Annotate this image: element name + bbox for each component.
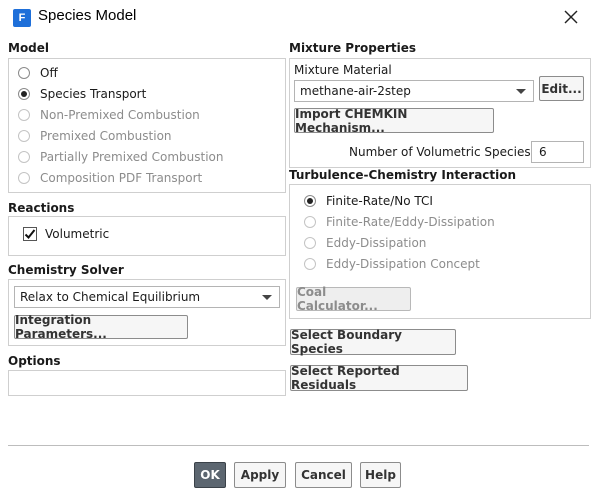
help-button[interactable]: Help — [360, 462, 401, 488]
mixture-material-value: methane-air-2step — [300, 84, 411, 98]
tci-group: Finite-Rate/No TCI Finite-Rate/Eddy-Diss… — [289, 184, 591, 319]
model-option-composition-pdf[interactable]: Composition PDF Transport — [18, 167, 223, 188]
footer-divider — [8, 445, 589, 446]
apply-button[interactable]: Apply — [234, 462, 286, 488]
mixture-properties-section-label: Mixture Properties — [289, 41, 417, 55]
model-option-label: Composition PDF Transport — [40, 170, 203, 185]
radio-icon — [18, 150, 30, 163]
fluent-app-icon: F — [13, 9, 31, 27]
checkbox-checked-icon — [23, 227, 37, 241]
model-option-label: Partially Premixed Combustion — [40, 149, 224, 164]
radio-icon — [304, 236, 316, 249]
edit-mixture-button[interactable]: Edit... — [539, 76, 584, 101]
options-section-label: Options — [8, 354, 61, 368]
chemistry-solver-section-label: Chemistry Solver — [8, 263, 124, 277]
chemistry-solver-dropdown[interactable]: Relax to Chemical Equilibrium — [14, 286, 280, 308]
chemistry-solver-group: Relax to Chemical Equilibrium Integratio… — [8, 279, 286, 346]
select-boundary-species-button[interactable]: Select Boundary Species — [290, 328, 456, 356]
model-group: Off Species Transport Non-Premixed Combu… — [8, 58, 286, 193]
reactions-group: Volumetric — [8, 216, 286, 256]
chevron-down-icon — [262, 295, 272, 300]
radio-selected-icon — [304, 194, 316, 207]
tci-option-label: Finite-Rate/No TCI — [326, 193, 433, 208]
tci-option-label: Eddy-Dissipation Concept — [326, 256, 480, 271]
cancel-button[interactable]: Cancel — [295, 462, 352, 488]
integration-parameters-button[interactable]: Integration Parameters... — [14, 313, 188, 341]
close-icon — [564, 10, 578, 24]
radio-icon — [18, 171, 30, 184]
import-chemkin-button[interactable]: Import CHEMKIN Mechanism... — [294, 107, 494, 135]
model-option-label: Non-Premixed Combustion — [40, 107, 200, 122]
model-option-non-premixed[interactable]: Non-Premixed Combustion — [18, 104, 223, 125]
model-option-label: Species Transport — [40, 86, 147, 101]
chemistry-solver-value: Relax to Chemical Equilibrium — [20, 290, 201, 304]
tci-option-eddy-dissipation[interactable]: Eddy-Dissipation — [304, 232, 495, 253]
mixture-material-label: Mixture Material — [294, 63, 392, 77]
num-species-field[interactable]: 6 — [531, 141, 584, 163]
radio-icon — [18, 108, 30, 121]
window-title: Species Model — [38, 7, 137, 24]
chevron-down-icon — [516, 89, 526, 94]
radio-icon — [304, 215, 316, 228]
mixture-material-dropdown[interactable]: methane-air-2step — [294, 80, 534, 102]
coal-calculator-button[interactable]: Coal Calculator... — [296, 285, 411, 313]
model-option-partially-premixed[interactable]: Partially Premixed Combustion — [18, 146, 223, 167]
model-option-premixed[interactable]: Premixed Combustion — [18, 125, 223, 146]
reactions-section-label: Reactions — [8, 201, 75, 215]
volumetric-checkbox[interactable]: Volumetric — [23, 227, 109, 241]
close-button[interactable] — [556, 3, 586, 31]
tci-option-label: Finite-Rate/Eddy-Dissipation — [326, 214, 495, 229]
ok-button[interactable]: OK — [194, 462, 226, 488]
tci-section-label: Turbulence-Chemistry Interaction — [289, 168, 517, 182]
model-section-label: Model — [8, 41, 50, 55]
model-option-label: Premixed Combustion — [40, 128, 172, 143]
radio-icon — [18, 129, 30, 142]
radio-icon — [18, 66, 30, 79]
model-option-label: Off — [40, 65, 58, 80]
tci-option-eddy-dissipation-concept[interactable]: Eddy-Dissipation Concept — [304, 253, 495, 274]
options-group — [8, 370, 286, 396]
radio-selected-icon — [18, 87, 30, 100]
model-option-species-transport[interactable]: Species Transport — [18, 83, 223, 104]
model-option-off[interactable]: Off — [18, 62, 223, 83]
radio-icon — [304, 257, 316, 270]
volumetric-label: Volumetric — [45, 227, 110, 241]
tci-option-finite-rate-eddy[interactable]: Finite-Rate/Eddy-Dissipation — [304, 211, 495, 232]
mixture-properties-group: Mixture Material methane-air-2step Edit.… — [289, 58, 591, 168]
select-reported-residuals-button[interactable]: Select Reported Residuals — [290, 364, 468, 392]
num-species-label: Number of Volumetric Species — [349, 145, 531, 159]
tci-option-label: Eddy-Dissipation — [326, 235, 427, 250]
num-species-value: 6 — [539, 145, 547, 159]
tci-option-finite-rate-no-tci[interactable]: Finite-Rate/No TCI — [304, 190, 495, 211]
